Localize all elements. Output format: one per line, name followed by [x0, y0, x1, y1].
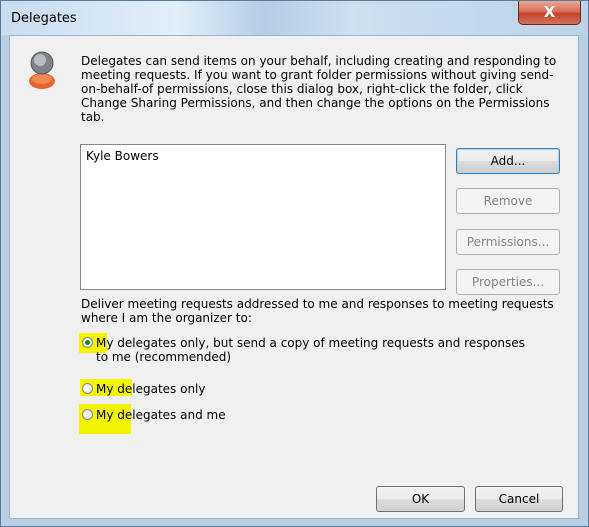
dialog-body: Delegates can send items on your behalf,… [9, 35, 579, 519]
radio-button[interactable] [82, 409, 93, 420]
radio-button[interactable] [82, 337, 93, 348]
dialog-title: Delegates [11, 11, 77, 26]
permissions-button[interactable]: Permissions... [456, 229, 560, 255]
list-item[interactable]: Kyle Bowers [86, 149, 159, 163]
remove-button[interactable]: Remove [456, 188, 560, 214]
cancel-button[interactable]: Cancel [475, 486, 563, 512]
option-label: My delegates and me [96, 408, 226, 422]
option-label: My delegates only [96, 382, 206, 396]
option-label-continued: to me (recommended) [96, 350, 232, 364]
deliver-label: Deliver meeting requests addressed to me… [81, 297, 554, 325]
option-label: My delegates only, but send a copy of me… [96, 336, 525, 350]
title-bar: Delegates X [1, 1, 588, 35]
delegates-listbox[interactable]: Kyle Bowers [80, 144, 446, 290]
close-button[interactable]: X [518, 1, 581, 25]
radio-button[interactable] [82, 383, 93, 394]
intro-text: Delegates can send items on your behalf,… [81, 54, 557, 124]
ok-button[interactable]: OK [376, 486, 465, 512]
delegates-dialog: Delegates X Delegates can send items on … [0, 0, 589, 527]
properties-button[interactable]: Properties... [456, 269, 560, 295]
add-button[interactable]: Add... [456, 148, 560, 174]
delegate-person-icon [29, 51, 55, 89]
